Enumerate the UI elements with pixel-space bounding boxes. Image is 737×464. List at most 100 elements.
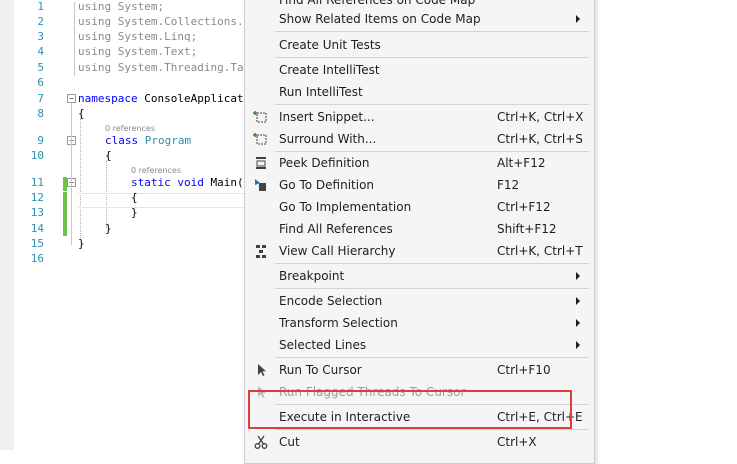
line-number: 7 bbox=[37, 92, 44, 105]
menu-item-label: Run IntelliTest bbox=[279, 85, 363, 99]
menu-item-label: Insert Snippet... bbox=[279, 110, 375, 124]
menu-item-surround-with[interactable]: Surround With... Ctrl+K, Ctrl+S bbox=[245, 128, 594, 150]
menu-item-shortcut: Ctrl+K, Ctrl+S bbox=[497, 132, 583, 146]
menu-item-breakpoint[interactable]: Breakpoint bbox=[245, 265, 594, 287]
menu-item-shortcut: Ctrl+K, Ctrl+T bbox=[497, 244, 583, 258]
keyword: static bbox=[131, 176, 171, 189]
keyword: using bbox=[78, 30, 112, 43]
menu-separator bbox=[275, 357, 589, 358]
call-hierarchy-icon bbox=[253, 243, 269, 259]
line-number: 12 bbox=[30, 191, 44, 204]
menu-item-run-to-cursor[interactable]: Run To Cursor Ctrl+F10 bbox=[245, 359, 594, 381]
code-text: { bbox=[131, 191, 138, 204]
menu-item-find-all-references[interactable]: Find All References Shift+F12 bbox=[245, 218, 594, 240]
code-text: { bbox=[105, 149, 112, 162]
menu-item-label: Surround With... bbox=[279, 132, 377, 146]
menu-item-encode-selection[interactable]: Encode Selection bbox=[245, 290, 594, 312]
type-name: Program bbox=[144, 134, 192, 147]
menu-item-create-unit-tests[interactable]: Create Unit Tests bbox=[245, 34, 594, 56]
menu-item-label: Run To Cursor bbox=[279, 363, 362, 377]
scissors-icon bbox=[253, 434, 269, 450]
menu-item-peek-definition[interactable]: Peek Definition Alt+F12 bbox=[245, 152, 594, 174]
keyword: using bbox=[78, 45, 112, 58]
menu-item-label: Breakpoint bbox=[279, 269, 345, 283]
line-number: 2 bbox=[37, 15, 44, 28]
line-number: 14 bbox=[30, 222, 44, 235]
submenu-arrow-icon bbox=[576, 297, 580, 305]
peek-definition-icon bbox=[253, 155, 269, 171]
keyword: using bbox=[78, 0, 112, 13]
menu-item-go-to-implementation[interactable]: Go To Implementation Ctrl+F12 bbox=[245, 196, 594, 218]
code-text: ConsoleApplicati bbox=[137, 92, 248, 105]
line-number: 16 bbox=[30, 252, 44, 265]
menu-item-label: Create Unit Tests bbox=[279, 38, 381, 52]
outline-line bbox=[71, 103, 72, 245]
line-number: 9 bbox=[37, 134, 44, 147]
menu-item-label: View Call Hierarchy bbox=[279, 244, 396, 258]
submenu-arrow-icon bbox=[576, 272, 580, 280]
cursor-arrow-icon bbox=[253, 362, 269, 378]
code-text: } bbox=[78, 237, 85, 250]
code-text: } bbox=[105, 222, 112, 235]
code-text: { bbox=[78, 107, 85, 120]
keyword: namespace bbox=[78, 92, 138, 105]
menu-item-shortcut: F12 bbox=[497, 178, 520, 192]
line-number: 10 bbox=[30, 149, 44, 162]
highlight-box bbox=[248, 390, 572, 429]
keyword: using bbox=[78, 15, 112, 28]
menu-item-show-related-items[interactable]: Show Related Items on Code Map bbox=[245, 8, 594, 30]
collapse-toggle-icon[interactable]: − bbox=[67, 94, 76, 103]
keyword: using bbox=[78, 61, 112, 74]
change-indicator bbox=[63, 192, 67, 236]
line-number: 13 bbox=[30, 206, 44, 219]
keyword: class bbox=[105, 134, 139, 147]
menu-item-shortcut: Ctrl+K, Ctrl+X bbox=[497, 110, 584, 124]
menu-item-label: Show Related Items on Code Map bbox=[279, 12, 481, 26]
menu-item-run-intellitest[interactable]: Run IntelliTest bbox=[245, 81, 594, 103]
menu-item-label: Encode Selection bbox=[279, 294, 383, 308]
menu-item-transform-selection[interactable]: Transform Selection bbox=[245, 312, 594, 334]
menu-item-shortcut: Ctrl+F10 bbox=[497, 363, 551, 377]
menu-item-create-intellitest[interactable]: Create IntelliTest bbox=[245, 59, 594, 81]
menu-item-view-call-hierarchy[interactable]: View Call Hierarchy Ctrl+K, Ctrl+T bbox=[245, 240, 594, 262]
go-to-definition-icon bbox=[253, 177, 269, 193]
menu-item-label: Go To Implementation bbox=[279, 200, 412, 214]
line-number: 5 bbox=[37, 61, 44, 74]
menu-separator bbox=[275, 288, 589, 289]
line-number: 6 bbox=[37, 76, 44, 89]
line-number: 8 bbox=[37, 107, 44, 120]
surround-with-icon bbox=[253, 131, 269, 147]
submenu-arrow-icon bbox=[576, 341, 580, 349]
menu-item-shortcut: Alt+F12 bbox=[497, 156, 546, 170]
menu-item-go-to-definition[interactable]: Go To Definition F12 bbox=[245, 174, 594, 196]
code-text: System.Threading.Tas bbox=[111, 61, 248, 74]
menu-separator bbox=[275, 31, 589, 32]
menu-item-label: Find All References bbox=[279, 222, 393, 236]
line-number: 3 bbox=[37, 30, 44, 43]
line-number: 1 bbox=[37, 0, 44, 13]
menu-item-label: Go To Definition bbox=[279, 178, 375, 192]
menu-item-label: Selected Lines bbox=[279, 338, 367, 352]
codelens-references[interactable]: 0 references bbox=[131, 166, 181, 176]
code-editor[interactable]: using System; using System.Collections.G… bbox=[78, 0, 248, 450]
menu-item-selected-lines[interactable]: Selected Lines bbox=[245, 334, 594, 356]
menu-item-label: Create IntelliTest bbox=[279, 63, 380, 77]
line-number: 15 bbox=[30, 237, 44, 250]
codelens-references[interactable]: 0 references bbox=[105, 124, 155, 134]
line-number: 11 bbox=[30, 176, 44, 189]
menu-separator bbox=[275, 429, 589, 430]
code-text: Main(s bbox=[203, 176, 248, 189]
editor-gutter bbox=[0, 0, 14, 450]
code-text: System.Text; bbox=[111, 45, 198, 58]
code-text: System.Collections.G bbox=[111, 15, 248, 28]
menu-item-label: Transform Selection bbox=[279, 316, 398, 330]
submenu-arrow-icon bbox=[576, 15, 580, 23]
code-text: } bbox=[131, 206, 138, 219]
menu-item-shortcut: Ctrl+F12 bbox=[497, 200, 551, 214]
menu-item-insert-snippet[interactable]: Insert Snippet... Ctrl+K, Ctrl+X bbox=[245, 106, 594, 128]
code-text: System; bbox=[111, 0, 165, 13]
keyword: void bbox=[177, 176, 204, 189]
menu-separator bbox=[275, 104, 589, 105]
menu-separator bbox=[275, 263, 589, 264]
insert-snippet-icon bbox=[253, 109, 269, 125]
